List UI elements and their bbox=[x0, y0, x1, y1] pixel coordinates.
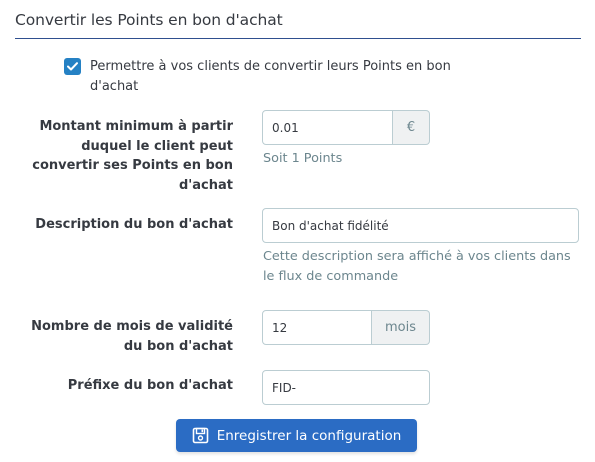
voucher-description-help: Cette description sera affiché à vos cli… bbox=[263, 249, 571, 284]
minimum-amount-help: Soit 1 Points bbox=[263, 151, 343, 166]
check-icon bbox=[67, 62, 78, 71]
voucher-description-label: Description du bon d'achat bbox=[35, 217, 233, 232]
voucher-description-input[interactable]: Bon d'achat fidélité bbox=[262, 208, 579, 243]
currency-addon: € bbox=[393, 110, 430, 145]
minimum-amount-label: Montant minimum à partir duquel le clien… bbox=[32, 119, 233, 193]
voucher-prefix-input[interactable]: FID- bbox=[262, 370, 430, 405]
save-icon bbox=[192, 427, 209, 444]
voucher-prefix-label: Préfixe du bon d'achat bbox=[67, 378, 233, 393]
minimum-amount-input[interactable]: 0.01 bbox=[262, 110, 393, 145]
allow-conversion-checkbox[interactable] bbox=[64, 58, 81, 75]
validity-months-input[interactable]: 12 bbox=[262, 310, 372, 345]
validity-months-label: Nombre de mois de validité du bon d'acha… bbox=[31, 319, 233, 354]
section-title: Convertir les Points en bon d'achat bbox=[15, 11, 283, 29]
save-button-label: Enregistrer la configuration bbox=[216, 427, 402, 444]
section-divider bbox=[15, 38, 581, 39]
save-configuration-button[interactable]: Enregistrer la configuration bbox=[176, 419, 417, 452]
allow-conversion-label[interactable]: Permettre à vos clients de convertir leu… bbox=[90, 57, 500, 96]
months-addon: mois bbox=[372, 310, 430, 345]
